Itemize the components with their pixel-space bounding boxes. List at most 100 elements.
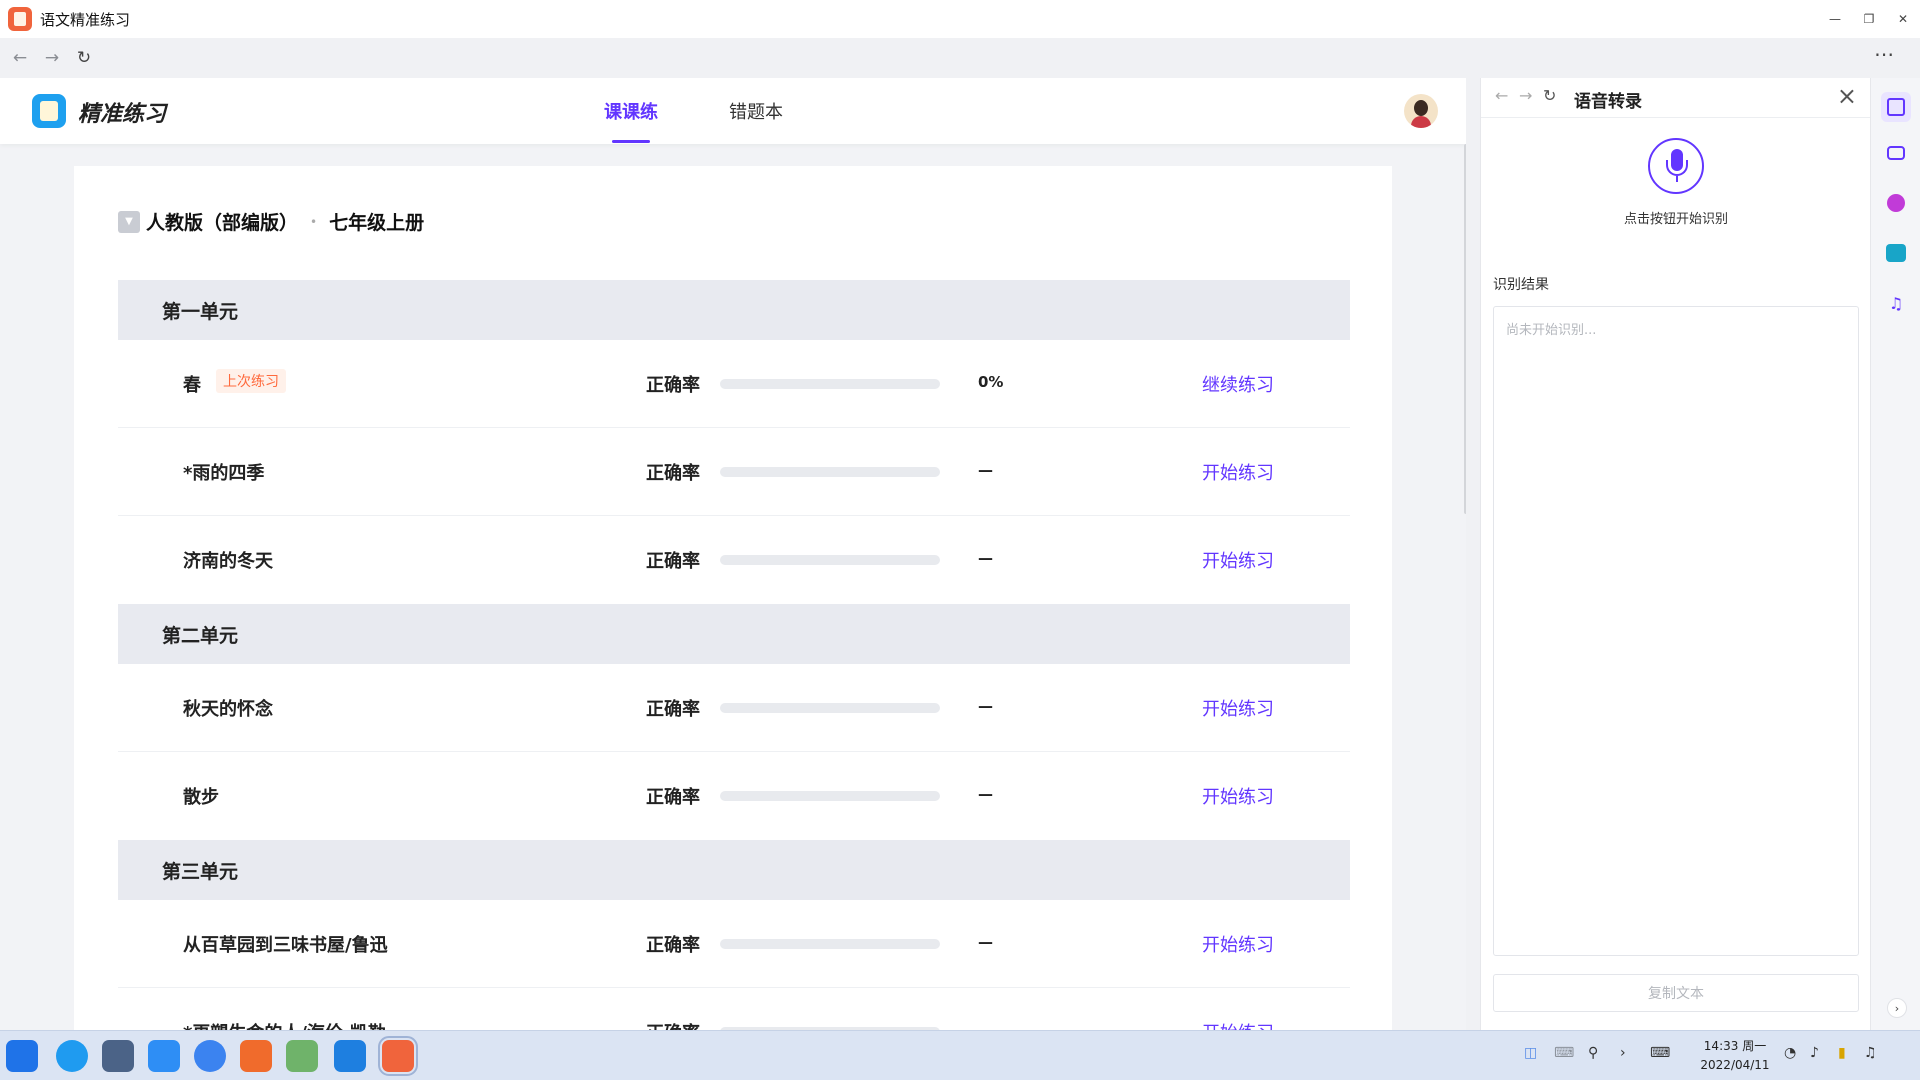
- unit-header: 第二单元: [118, 604, 1350, 664]
- panel-close-icon[interactable]: ×: [1837, 82, 1857, 110]
- accuracy-value: —: [978, 1021, 993, 1030]
- result-label: 识别结果: [1493, 277, 1549, 293]
- window-controls: — ❐ ✕: [1818, 0, 1920, 38]
- unit-title: 第三单元: [162, 860, 239, 883]
- forward-icon[interactable]: →: [36, 42, 68, 74]
- accuracy-bar: [720, 703, 940, 713]
- wifi-icon[interactable]: ◔: [1784, 1045, 1796, 1061]
- robot-app-icon[interactable]: [286, 1040, 318, 1072]
- accuracy-value: —: [978, 697, 993, 715]
- start-practice-button[interactable]: 开始练习: [1202, 783, 1274, 809]
- mic-hint-text: 点击按钮开始识别: [1623, 212, 1728, 227]
- accuracy-value: —: [978, 933, 993, 951]
- lesson-name: 秋天的怀念: [183, 699, 273, 720]
- unit-header: 第一单元: [118, 280, 1350, 340]
- more-menu-icon[interactable]: ⋯: [1874, 42, 1896, 66]
- lesson-name: 春: [183, 375, 201, 396]
- minimize-icon[interactable]: —: [1818, 0, 1852, 38]
- input-method-icon[interactable]: ◫: [1524, 1045, 1537, 1061]
- keyboard-small-icon[interactable]: ⌨: [1554, 1045, 1574, 1061]
- separator-dot: •: [310, 214, 318, 229]
- lesson-row: 秋天的怀念 正确率 — 开始练习: [118, 664, 1350, 752]
- accuracy-value: —: [978, 785, 993, 803]
- user-avatar[interactable]: [1404, 94, 1438, 128]
- file-manager-icon[interactable]: [148, 1040, 180, 1072]
- window-titlebar: 语文精准练习 — ❐ ✕: [0, 0, 1920, 38]
- page-scrollbar[interactable]: [1464, 144, 1466, 514]
- study-app-icon[interactable]: [240, 1040, 272, 1072]
- keyboard-icon[interactable]: ⌨: [1650, 1045, 1670, 1061]
- lesson-name: *雨的四季: [183, 463, 265, 484]
- start-practice-button[interactable]: 开始练习: [1202, 547, 1274, 573]
- lesson-list-card: ▼ 人教版（部编版） • 七年级上册 第一单元 春 上次练习 正确率 0% 继续…: [74, 166, 1392, 1030]
- search-icon[interactable]: ⚲: [1588, 1045, 1598, 1061]
- clock-date: 2022/04/11: [1700, 1058, 1770, 1072]
- book-selector[interactable]: ▼ 人教版（部编版） • 七年级上册: [118, 208, 424, 235]
- last-practice-badge: 上次练习: [216, 369, 286, 393]
- voice-transcribe-tool[interactable]: [1881, 92, 1911, 122]
- music-tool[interactable]: ♫: [1881, 288, 1911, 318]
- accuracy-label: 正确率: [646, 699, 700, 720]
- lesson-row: *雨的四季 正确率 — 开始练习: [118, 428, 1350, 516]
- launcher-icon[interactable]: [6, 1040, 38, 1072]
- taskbar-clock[interactable]: 14:33 周一 2022/04/11: [1690, 1037, 1780, 1075]
- browser-icon[interactable]: [194, 1040, 226, 1072]
- accuracy-label: 正确率: [646, 375, 700, 396]
- voice-scan-icon: [1887, 98, 1905, 116]
- main-app: 精准练习 课课练 错题本 ▼ 人教版（部编版） • 七年级上册 第一单元 春 上…: [0, 78, 1466, 1030]
- accuracy-bar: [720, 379, 940, 389]
- lesson-name: 散步: [183, 787, 219, 808]
- panel-refresh-icon[interactable]: ↻: [1543, 86, 1556, 105]
- note-tool[interactable]: [1881, 238, 1911, 268]
- accuracy-bar: [720, 467, 940, 477]
- start-practice-button[interactable]: 开始练习: [1202, 1019, 1274, 1030]
- chat-bubble-icon: [1887, 194, 1905, 212]
- accuracy-label: 正确率: [646, 935, 700, 956]
- lesson-name: *再塑生命的人/海伦·凯勒: [183, 1019, 386, 1030]
- app-icon: [8, 7, 32, 31]
- accuracy-label: 正确率: [646, 1019, 700, 1030]
- multitask-icon[interactable]: [102, 1040, 134, 1072]
- panel-back-icon[interactable]: ←: [1495, 86, 1508, 105]
- panel-forward-icon[interactable]: →: [1519, 86, 1532, 105]
- nav-toolbar: ← → ↻ ⋯: [0, 38, 1920, 78]
- accuracy-bar: [720, 555, 940, 565]
- lesson-row: 济南的冬天 正确率 — 开始练习: [118, 516, 1350, 604]
- accuracy-bar: [720, 939, 940, 949]
- start-practice-button[interactable]: 开始练习: [1202, 459, 1274, 485]
- restore-icon[interactable]: ❐: [1852, 0, 1886, 38]
- blue-app-icon[interactable]: [334, 1040, 366, 1072]
- result-placeholder: 尚未开始识别...: [1506, 323, 1597, 338]
- result-textarea[interactable]: 尚未开始识别...: [1493, 306, 1859, 956]
- refresh-icon[interactable]: ↻: [68, 42, 100, 74]
- lesson-row: 春 上次练习 正确率 0% 继续练习: [118, 340, 1350, 428]
- start-practice-button[interactable]: 开始练习: [1202, 695, 1274, 721]
- accuracy-value: —: [978, 549, 993, 567]
- tab-lesson-practice[interactable]: 课课练: [604, 98, 658, 124]
- close-window-icon[interactable]: ✕: [1886, 0, 1920, 38]
- start-practice-button[interactable]: 开始练习: [1202, 931, 1274, 957]
- brand-name: 精准练习: [78, 102, 167, 127]
- chevron-right-icon[interactable]: ›: [1620, 1045, 1626, 1061]
- taskbar: ◫ ⌨ ⚲ › ⌨ 14:33 周一 2022/04/11 ◔ ♪ ▮ ♫: [0, 1030, 1920, 1080]
- battery-icon[interactable]: ▮: [1838, 1045, 1846, 1061]
- expand-arrow-icon[interactable]: ›: [1887, 998, 1907, 1018]
- back-icon[interactable]: ←: [4, 42, 36, 74]
- active-tab-indicator: [612, 140, 650, 143]
- volume-icon[interactable]: ♪: [1810, 1045, 1819, 1061]
- panel-header: ← → ↻ 语音转录 ×: [1481, 78, 1871, 118]
- music-note-icon: ♫: [1888, 293, 1904, 313]
- notification-bell-icon[interactable]: ♫: [1864, 1045, 1877, 1061]
- chinese-practice-app-icon[interactable]: [378, 1036, 418, 1076]
- unit-title: 第一单元: [162, 300, 239, 323]
- continue-practice-button[interactable]: 继续练习: [1202, 371, 1274, 397]
- camera-tool[interactable]: [1881, 138, 1911, 168]
- microphone-icon-arc: [1666, 160, 1688, 176]
- copy-text-button[interactable]: 复制文本: [1493, 974, 1859, 1012]
- lesson-row: 从百草园到三味书屋/鲁迅 正确率 — 开始练习: [118, 900, 1350, 988]
- app-store-icon[interactable]: [56, 1040, 88, 1072]
- tab-mistake-book[interactable]: 错题本: [729, 98, 783, 124]
- microphone-button[interactable]: [1648, 138, 1704, 194]
- chevron-down-icon[interactable]: ▼: [118, 210, 140, 233]
- chat-tool[interactable]: [1881, 188, 1911, 218]
